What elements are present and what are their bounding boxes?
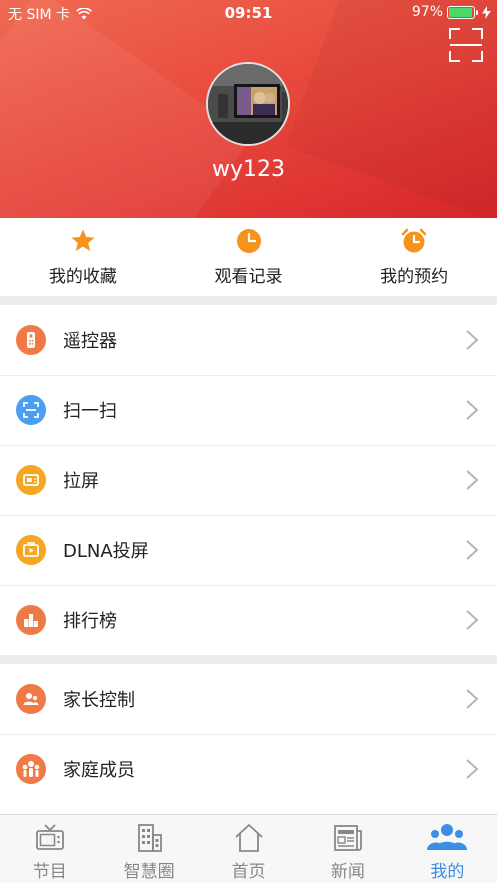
tab-label: 我的: [430, 862, 465, 882]
menu-label: 排行榜: [63, 611, 117, 632]
tab-label: 新闻: [330, 862, 365, 882]
battery-icon: [447, 5, 478, 19]
quick-actions: 我的收藏 观看记录 我的预约: [0, 218, 497, 296]
newspaper-icon: [334, 825, 362, 851]
chevron-right-icon: [466, 689, 479, 709]
menu-label: 扫一扫: [63, 401, 117, 422]
menu-item-parental-control[interactable]: 家长控制: [0, 664, 497, 734]
tab-label: 智慧圈: [123, 862, 175, 882]
status-right: 97%: [412, 4, 491, 20]
tab-news[interactable]: 新闻: [298, 815, 397, 883]
building-icon: [138, 824, 163, 852]
menu-item-dlna-cast[interactable]: DLNA投屏: [0, 515, 497, 585]
tab-programs[interactable]: 节目: [0, 815, 99, 883]
menu-item-remote-control[interactable]: 遥控器: [0, 305, 497, 375]
clock-icon: [236, 229, 261, 253]
charging-bolt-icon: [482, 5, 491, 19]
avatar-photo: [208, 64, 288, 144]
menu-label: DLNA投屏: [63, 541, 149, 562]
scan-icon: [16, 395, 46, 425]
menu-group-tools: 遥控器 扫一扫 拉屏 DLNA投屏 排行榜: [0, 305, 497, 655]
reservations-label: 我的预约: [380, 267, 449, 287]
status-bar: 无 SIM 卡 09:51 97%: [0, 0, 497, 26]
menu-label: 家庭成员: [63, 760, 135, 781]
menu-label: 家长控制: [63, 690, 135, 711]
tv-icon: [35, 824, 64, 850]
reservations-button[interactable]: 我的预约: [331, 218, 497, 296]
tab-label: 首页: [231, 862, 266, 882]
chevron-right-icon: [466, 610, 479, 630]
section-divider: [0, 296, 497, 305]
parental-control-icon: [16, 684, 46, 714]
user-icon: [427, 824, 468, 850]
alarm-clock-icon: [401, 228, 427, 253]
avatar[interactable]: [206, 62, 290, 146]
chevron-right-icon: [466, 759, 479, 779]
tab-home[interactable]: 首页: [199, 815, 298, 883]
chevron-right-icon: [466, 540, 479, 560]
cast-screen-icon: [16, 535, 46, 565]
watch-history-label: 观看记录: [214, 267, 283, 287]
favorites-label: 我的收藏: [48, 267, 117, 287]
chevron-right-icon: [466, 470, 479, 490]
menu-item-family-members[interactable]: 家庭成员: [0, 734, 497, 804]
battery-fill: [449, 7, 473, 17]
tab-label: 节目: [32, 862, 67, 882]
family-members-icon: [16, 754, 46, 784]
menu-group-family: 家长控制 家庭成员: [0, 664, 497, 804]
profile-header: 无 SIM 卡 09:51 97% wy123: [0, 0, 497, 218]
menu-label: 拉屏: [63, 471, 99, 492]
star-icon: [71, 229, 95, 251]
home-icon: [234, 824, 263, 852]
battery-percent: 97%: [411, 4, 443, 20]
tv-screen-icon: [16, 465, 46, 495]
tab-bar: 节目 智慧圈 首页 新闻 我的: [0, 814, 497, 883]
podium-icon: [16, 605, 46, 635]
scan-qr-icon[interactable]: [449, 28, 483, 62]
username: wy123: [211, 157, 285, 182]
chevron-right-icon: [466, 400, 479, 420]
watch-history-button[interactable]: 观看记录: [166, 218, 332, 296]
favorites-button[interactable]: 我的收藏: [0, 218, 166, 296]
menu-item-pull-screen[interactable]: 拉屏: [0, 445, 497, 515]
menu-item-ranking[interactable]: 排行榜: [0, 585, 497, 655]
menu-item-scan[interactable]: 扫一扫: [0, 375, 497, 445]
section-divider: [0, 655, 497, 664]
tab-smart-circle[interactable]: 智慧圈: [99, 815, 198, 883]
remote-control-icon: [16, 325, 46, 355]
tab-mine[interactable]: 我的: [398, 815, 497, 883]
chevron-right-icon: [466, 330, 479, 350]
menu-label: 遥控器: [63, 331, 117, 352]
